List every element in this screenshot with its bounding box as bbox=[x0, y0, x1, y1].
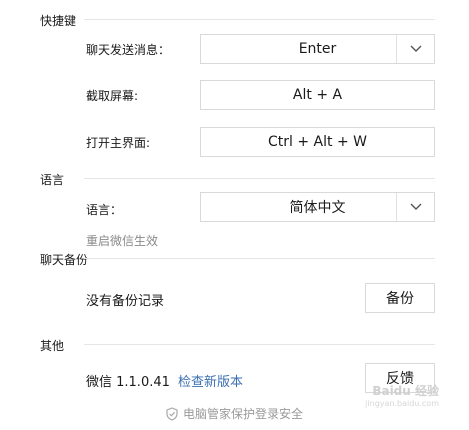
backup-button[interactable]: 备份 bbox=[365, 283, 435, 313]
section-title-shortcuts: 快捷键 bbox=[40, 14, 77, 28]
divider-backup bbox=[84, 258, 435, 259]
open-main-shortcut-field[interactable]: Ctrl + Alt + W bbox=[200, 127, 435, 157]
send-message-select[interactable]: Enter bbox=[200, 34, 435, 64]
screenshot-label: 截取屏幕: bbox=[86, 89, 139, 103]
chevron-down-icon[interactable] bbox=[396, 35, 434, 63]
section-title-language: 语言 bbox=[40, 173, 65, 187]
divider-language bbox=[84, 178, 435, 179]
send-message-value: Enter bbox=[298, 41, 337, 57]
restart-note: 重启微信生效 bbox=[86, 234, 159, 248]
footer-text: 电脑管家保护登录安全 bbox=[182, 407, 303, 421]
section-title-backup: 聊天备份 bbox=[40, 253, 89, 267]
shield-icon bbox=[166, 406, 178, 421]
language-value: 简体中文 bbox=[289, 200, 346, 216]
watermark-main: Baidu 经验 bbox=[372, 384, 439, 398]
screenshot-shortcut-field[interactable]: Alt + A bbox=[200, 80, 435, 110]
divider-other bbox=[84, 344, 435, 345]
language-select[interactable]: 简体中文 bbox=[200, 192, 435, 222]
chevron-down-icon[interactable] bbox=[396, 193, 434, 221]
check-update-link[interactable]: 检查新版本 bbox=[178, 371, 243, 390]
send-message-label: 聊天发送消息： bbox=[86, 43, 171, 57]
section-title-other: 其他 bbox=[40, 339, 65, 353]
language-label: 语言： bbox=[86, 203, 123, 217]
open-main-label: 打开主界面: bbox=[86, 136, 151, 150]
backup-status: 没有备份记录 bbox=[86, 294, 165, 309]
security-footer: 电脑管家保护登录安全 bbox=[0, 405, 469, 422]
version-text: 微信 1.1.0.41 bbox=[86, 375, 170, 390]
divider-shortcuts bbox=[84, 19, 435, 20]
